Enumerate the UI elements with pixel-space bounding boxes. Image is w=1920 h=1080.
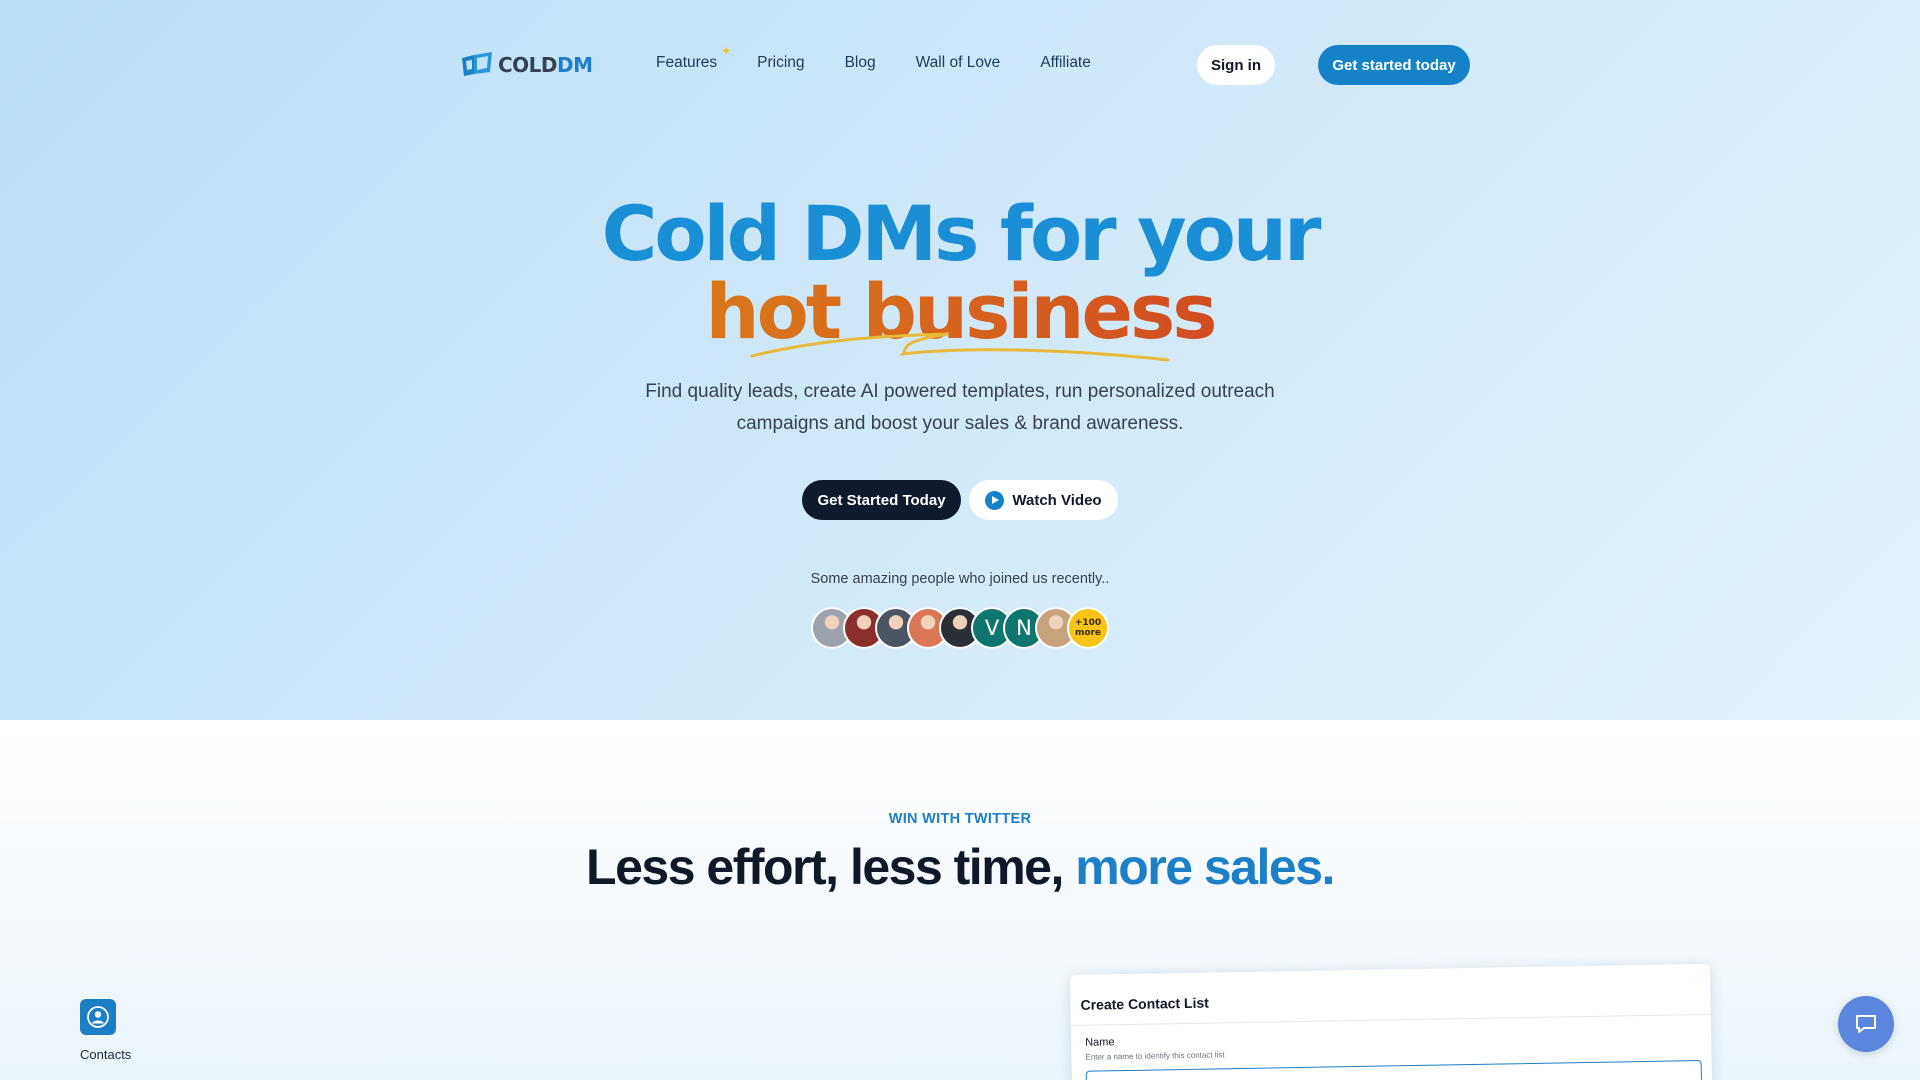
chat-bubble-icon	[1856, 1015, 1876, 1033]
avatar-initial: V	[984, 616, 1000, 640]
section-title: Less effort, less time, more sales.	[586, 839, 1335, 895]
get-started-nav-button[interactable]: Get started today	[1318, 45, 1470, 85]
main-nav: Features ✦ Pricing Blog Wall of Love Affi…	[656, 44, 1091, 72]
logo-mark-icon	[462, 52, 492, 76]
nav-wall-of-love[interactable]: Wall of Love	[916, 54, 1001, 72]
create-contact-list-card: Create Contact List Name Enter a name to…	[1070, 963, 1713, 1080]
contacts-tile[interactable]	[80, 999, 116, 1035]
contacts-icon	[87, 1006, 109, 1028]
brand-logo[interactable]: COLDDM	[460, 50, 593, 80]
hero-subtitle-line2: campaigns and boost your sales & brand a…	[736, 413, 1184, 434]
card-divider	[1070, 1013, 1711, 1026]
section-eyebrow: WIN WITH TWITTER	[888, 811, 1032, 827]
get-started-today-button[interactable]: Get Started Today	[802, 480, 961, 520]
hero-headline-line1: Cold DMs for your	[601, 189, 1322, 278]
headline-underline-swoosh	[750, 332, 1170, 362]
nav-blog[interactable]: Blog	[845, 54, 876, 72]
joined-recently-text: Some amazing people who joined us recent…	[810, 571, 1110, 587]
more-badge-text: more	[1074, 628, 1102, 638]
nav-affiliate[interactable]: Affiliate	[1040, 54, 1091, 72]
more-badge-count: +100	[1074, 618, 1102, 628]
nav-features[interactable]: Features ✦	[656, 44, 731, 72]
logo-wordmark: COLDDM	[498, 53, 593, 77]
chat-button[interactable]	[1838, 996, 1894, 1052]
watch-video-label: Watch Video	[1012, 491, 1102, 509]
name-field-label: Name	[1085, 1036, 1115, 1049]
hero-subtitle-line1: Find quality leads, create AI powered te…	[645, 381, 1275, 402]
card-title: Create Contact List	[1080, 994, 1210, 1013]
nav-pricing[interactable]: Pricing	[757, 54, 804, 72]
sparkle-icon: ✦	[721, 44, 732, 58]
sign-in-button[interactable]: Sign in	[1197, 45, 1275, 85]
watch-video-button[interactable]: Watch Video	[969, 480, 1118, 520]
avatar-initial: N	[1016, 616, 1032, 640]
name-field-help: Enter a name to identify this contact li…	[1085, 1050, 1225, 1062]
more-users-badge: +100 more	[1067, 607, 1109, 649]
contact-list-name-input[interactable]	[1085, 1059, 1703, 1080]
contacts-label: Contacts	[80, 1047, 132, 1062]
play-icon	[985, 490, 1005, 510]
